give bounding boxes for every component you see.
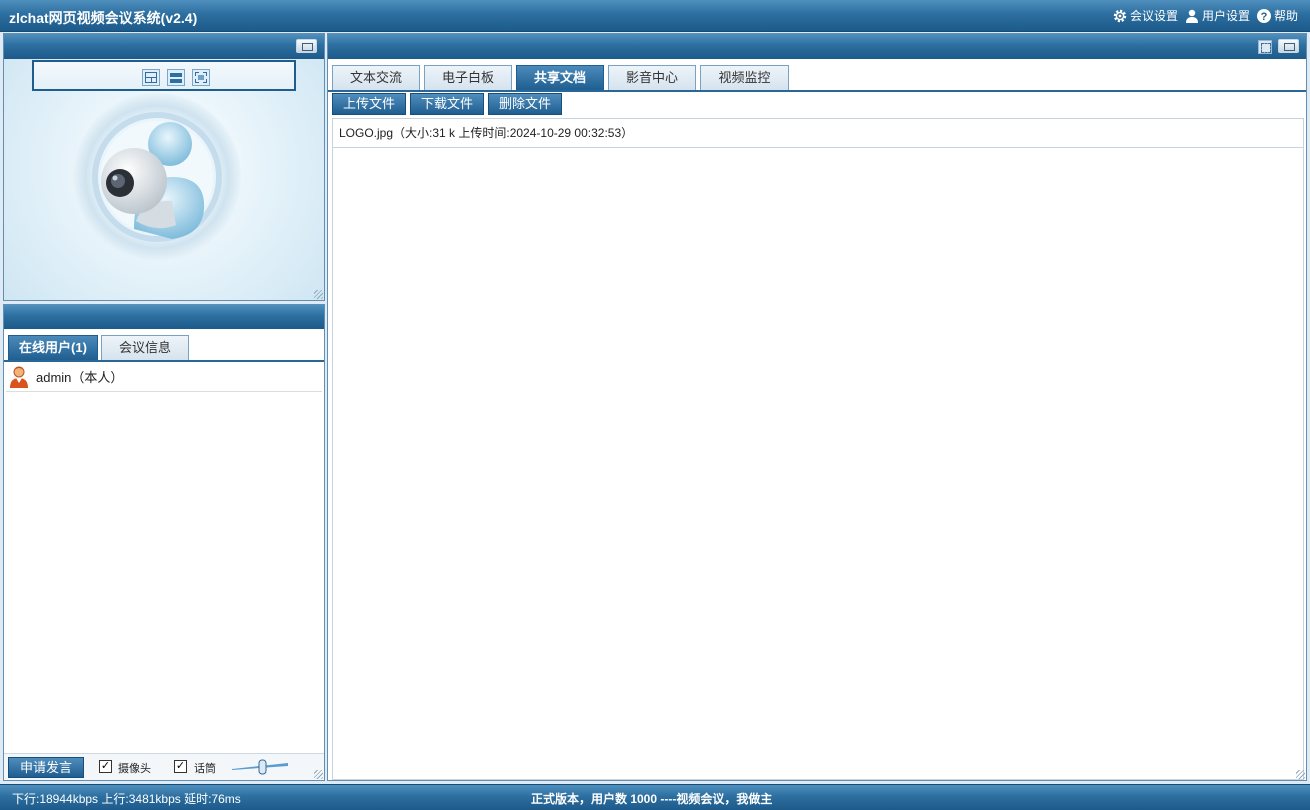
download-file-button[interactable]: 下载文件 [410,93,485,115]
single-layout-icon[interactable] [167,69,185,86]
main-tabs: 文本交流 电子白板 共享文档 影音中心 视频监控 [328,59,1306,92]
grid-layout-icon[interactable] [142,69,160,86]
main-panel: 文本交流 电子白板 共享文档 影音中心 视频监控 上传文件 下载文件 删除文件 … [327,33,1307,781]
gear-icon [1113,9,1127,22]
users-panel-header [4,305,324,329]
list-item[interactable]: admin（本人） [6,362,322,392]
meeting-settings-label: 会议设置 [1129,9,1178,23]
resize-grip[interactable] [314,770,323,779]
fullscreen-icon[interactable] [1258,40,1272,54]
camera-checkbox[interactable]: ✓ [99,760,112,773]
layout-toolbar [32,60,296,91]
tab-online-users[interactable]: 在线用户(1) [8,335,98,360]
left-tabs: 在线用户(1) 会议信息 [4,329,324,362]
camera-label: 摄像头 [118,763,151,775]
video-panel [3,33,325,301]
users-panel: 在线用户(1) 会议信息 admin（本人） 申请发言 ✓ 摄像头 ✓ 话筒 [3,304,325,781]
user-icon [1185,9,1198,23]
fullscreen-layout-icon[interactable] [192,69,210,86]
user-settings-label: 用户设置 [1201,9,1250,23]
doc-toolbar: 上传文件 下载文件 删除文件 [332,93,563,116]
mic-label: 话筒 [194,763,216,775]
user-avatar-icon [10,366,28,388]
document-list: LOGO.jpg（大小:31 k 上传时间:2024-10-29 00:32:5… [332,118,1304,780]
help-link[interactable]: ? 帮助 [1256,7,1298,24]
restore-window-button[interactable] [296,39,317,53]
help-label: 帮助 [1273,9,1298,23]
video-panel-header [4,34,324,59]
tab-whiteboard[interactable]: 电子白板 [424,65,512,90]
user-settings-link[interactable]: 用户设置 [1184,7,1250,24]
webcam-logo-icon [73,93,241,261]
tab-shared-docs[interactable]: 共享文档 [516,65,604,90]
tab-meeting-info[interactable]: 会议信息 [101,335,189,360]
mic-checkbox[interactable]: ✓ [174,760,187,773]
list-item[interactable]: LOGO.jpg（大小:31 k 上传时间:2024-10-29 00:32:5… [333,119,1303,148]
volume-slider[interactable] [230,758,290,776]
resize-grip[interactable] [314,290,323,299]
main-panel-header [328,34,1306,59]
app-title: zlchat网页视频会议系统(v2.4) [9,10,198,26]
meeting-settings-link[interactable]: 会议设置 [1112,7,1178,24]
network-stats: 下行:18944kbps 上行:3481kbps 延时:76ms [12,792,241,806]
tab-text-chat[interactable]: 文本交流 [332,65,420,90]
version-info: 正式版本，用户数 1000 ----视频会议，我做主 [531,792,773,806]
user-list: admin（本人） [6,362,322,392]
user-name: admin（本人） [36,370,124,385]
media-controls: 申请发言 ✓ 摄像头 ✓ 话筒 [4,753,324,780]
svg-text:?: ? [1261,11,1268,23]
status-bar: 下行:18944kbps 上行:3481kbps 延时:76ms 正式版本，用户… [0,784,1310,810]
tab-video-monitor[interactable]: 视频监控 [700,65,789,90]
apply-speak-button[interactable]: 申请发言 [8,757,84,778]
video-area [4,59,324,300]
resize-grip[interactable] [1296,770,1305,779]
help-icon: ? [1256,8,1271,23]
top-menu: 会议设置 用户设置 ? 帮助 [1112,7,1298,24]
delete-file-button[interactable]: 删除文件 [488,93,563,115]
restore-window-button[interactable] [1278,39,1299,53]
title-bar: zlchat网页视频会议系统(v2.4) 会议设置 用户设置 ? 帮助 [0,0,1310,32]
upload-file-button[interactable]: 上传文件 [332,93,407,115]
tab-media-center[interactable]: 影音中心 [608,65,696,90]
